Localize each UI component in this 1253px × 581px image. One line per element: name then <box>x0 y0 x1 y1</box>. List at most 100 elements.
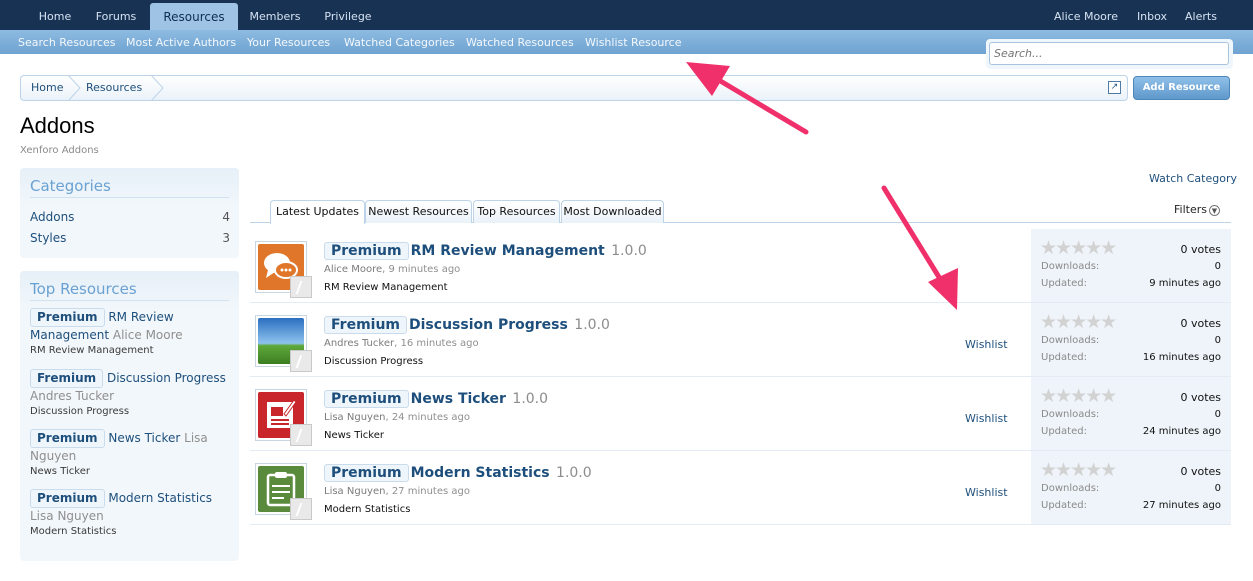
subnav-wishlist-resource[interactable]: Wishlist Resource <box>585 30 682 56</box>
wishlist-link[interactable]: Wishlist <box>965 412 1008 425</box>
resource-time: 24 minutes ago <box>391 412 470 423</box>
updated-value: 27 minutes ago <box>1142 500 1221 511</box>
resource-prefix[interactable]: Premium <box>324 464 409 482</box>
resource-prefix[interactable]: Premium <box>30 429 105 448</box>
wishlist-link[interactable]: Wishlist <box>965 486 1008 499</box>
user-avatar[interactable] <box>290 498 312 520</box>
resource-author-link[interactable]: Andres Tucker <box>324 338 394 349</box>
category-addons[interactable]: Addons 4 <box>30 210 230 224</box>
wishlist-link[interactable]: Wishlist <box>965 338 1008 351</box>
votes-count: 0 votes <box>1180 465 1221 478</box>
resource-title-link[interactable]: Discussion Progress <box>107 371 226 385</box>
downloads-label: Downloads: <box>1041 335 1100 346</box>
popout-icon[interactable]: ↗ <box>1108 81 1121 94</box>
votes-count: 0 votes <box>1180 391 1221 404</box>
rating-stars-icon[interactable]: ★★★★★ <box>1040 313 1117 332</box>
category-name[interactable]: Addons <box>30 210 74 224</box>
resource-thumbnail[interactable] <box>255 315 312 372</box>
user-avatar[interactable] <box>290 276 312 298</box>
resource-prefix[interactable]: Fremium <box>324 316 408 334</box>
add-resource-button[interactable]: Add Resource <box>1133 76 1230 100</box>
page-title: Addons <box>20 113 95 138</box>
resource-heading: Fremium Discussion Progress 1.0.0 <box>324 316 610 334</box>
resource-prefix[interactable]: Premium <box>324 242 409 260</box>
top-resources-heading: Top Resources <box>30 280 229 301</box>
nav-tab-members[interactable]: Members <box>243 0 307 30</box>
resource-prefix[interactable]: Fremium <box>30 369 104 388</box>
filters-label[interactable]: Filters <box>1174 203 1207 216</box>
tab-newest-resources[interactable]: Newest Resources <box>365 200 472 223</box>
subnav-search-resources[interactable]: Search Resources <box>18 30 115 56</box>
search-input[interactable] <box>989 42 1229 65</box>
resource-prefix[interactable]: Premium <box>30 489 105 508</box>
resource-tagline: Discussion Progress <box>30 406 130 417</box>
category-count: 4 <box>222 210 230 224</box>
resource-thumbnail[interactable] <box>255 389 312 446</box>
resource-meta: Alice Moore, 9 minutes ago <box>324 264 461 275</box>
top-resource-item: Premium RM Review Management Alice Moore… <box>30 308 230 357</box>
resource-prefix[interactable]: Premium <box>324 390 409 408</box>
watch-category-link[interactable]: Watch Category <box>1149 172 1237 185</box>
nav-user-name[interactable]: Alice Moore <box>1046 0 1126 30</box>
rating-stars-icon[interactable]: ★★★★★ <box>1040 239 1117 258</box>
resource-thumbnail[interactable] <box>255 241 312 298</box>
tab-top-resources[interactable]: Top Resources <box>473 200 560 223</box>
resource-row: Fremium Discussion Progress 1.0.0 Andres … <box>250 303 1231 377</box>
resource-author-link[interactable]: Lisa Nguyen <box>324 412 385 423</box>
downloads-value: 0 <box>1214 261 1221 272</box>
breadcrumb-home[interactable]: Home <box>21 76 69 100</box>
resource-thumbnail[interactable] <box>255 463 312 520</box>
updated-label: Updated: <box>1041 352 1087 363</box>
resource-row: Premium Modern Statistics 1.0.0 Lisa Nguy… <box>250 451 1231 525</box>
subnav-most-active-authors[interactable]: Most Active Authors <box>126 30 236 56</box>
updated-label: Updated: <box>1041 278 1087 289</box>
nav-tab-privilege[interactable]: Privilege <box>316 0 380 30</box>
nav-tab-home[interactable]: Home <box>30 0 80 30</box>
filters-menu[interactable]: Filters ▼ <box>1174 203 1220 216</box>
category-styles[interactable]: Styles 3 <box>30 231 230 245</box>
resource-title-link[interactable]: RM Review Management <box>411 243 605 259</box>
resource-title-link[interactable]: News Ticker <box>108 431 180 445</box>
downloads-value: 0 <box>1214 335 1221 346</box>
resource-title-link[interactable]: News Ticker <box>411 391 506 407</box>
nav-tab-forums[interactable]: Forums <box>88 0 144 30</box>
resource-author: Lisa Nguyen <box>30 509 104 523</box>
nav-alerts[interactable]: Alerts <box>1180 0 1222 30</box>
resource-title-link[interactable]: Modern Statistics <box>108 491 212 505</box>
nav-inbox[interactable]: Inbox <box>1132 0 1172 30</box>
downloads-label: Downloads: <box>1041 261 1100 272</box>
subnav-watched-resources[interactable]: Watched Resources <box>466 30 574 56</box>
subnav-watched-categories[interactable]: Watched Categories <box>344 30 455 56</box>
updated-label: Updated: <box>1041 500 1087 511</box>
downloads-value: 0 <box>1214 409 1221 420</box>
resource-heading: Premium Modern Statistics 1.0.0 <box>324 464 592 482</box>
resource-title-link[interactable]: Discussion Progress <box>409 317 568 333</box>
categories-heading: Categories <box>30 177 229 198</box>
resource-stats: ★★★★★ 0 votes Downloads: 0 Updated: 27 m… <box>1031 451 1231 524</box>
rating-stars-icon[interactable]: ★★★★★ <box>1040 387 1117 406</box>
downloads-label: Downloads: <box>1041 409 1100 420</box>
tab-most-downloaded[interactable]: Most Downloaded <box>561 200 664 223</box>
resource-title-link[interactable]: Modern Statistics <box>411 465 550 481</box>
page-subtitle: Xenforo Addons <box>20 145 99 156</box>
nav-tab-resources[interactable]: Resources <box>150 3 238 30</box>
resource-version: 1.0.0 <box>512 391 549 407</box>
resource-author-link[interactable]: Alice Moore <box>324 264 382 275</box>
subnav-your-resources[interactable]: Your Resources <box>247 30 330 56</box>
rating-stars-icon[interactable]: ★★★★★ <box>1040 461 1117 480</box>
user-avatar[interactable] <box>290 424 312 446</box>
resource-author-link[interactable]: Lisa Nguyen <box>324 486 385 497</box>
resource-version: 1.0.0 <box>574 317 610 333</box>
resource-row: Premium News Ticker 1.0.0 Lisa Nguyen, 24… <box>250 377 1231 451</box>
resource-tagline: News Ticker <box>30 466 90 477</box>
resource-prefix[interactable]: Premium <box>30 308 105 327</box>
resource-tagline: Modern Statistics <box>324 504 411 515</box>
user-avatar[interactable] <box>290 350 312 372</box>
tab-latest-updates[interactable]: Latest Updates <box>270 200 365 224</box>
resource-time: 9 minutes ago <box>388 264 461 275</box>
resource-row: Premium RM Review Management 1.0.0 Alice … <box>250 229 1231 303</box>
category-name[interactable]: Styles <box>30 231 66 245</box>
resource-version: 1.0.0 <box>611 243 647 259</box>
search-box <box>986 39 1233 69</box>
chevron-down-icon[interactable]: ▼ <box>1208 204 1220 216</box>
